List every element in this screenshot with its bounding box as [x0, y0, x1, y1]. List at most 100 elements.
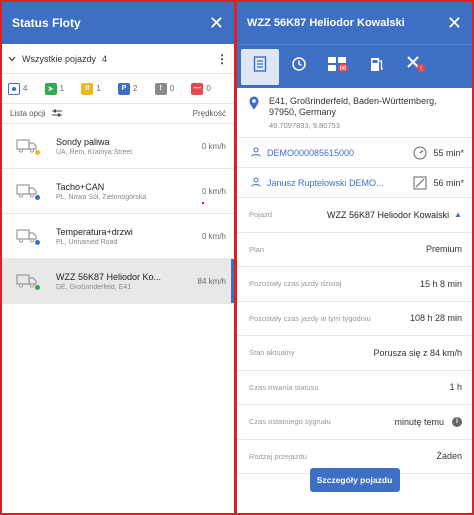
prop-value: minutę temu — [394, 416, 444, 427]
driver2-icon — [251, 177, 263, 189]
tab-details[interactable] — [241, 48, 279, 85]
tacho-card-icon: 86 — [327, 55, 349, 78]
info-icon[interactable]: i — [452, 416, 462, 427]
vehicle-address: UA, Reni, Krainya Street — [56, 148, 133, 156]
vehicle-filter[interactable]: Wszystkie pojazdy 4 ⋮ — [2, 44, 234, 74]
tab-tacho[interactable]: 86 — [319, 49, 357, 85]
vehicle-name: WZZ 56K87 Heliodor Ko... — [56, 271, 162, 282]
idle-icon: II — [81, 82, 94, 95]
driver1-time: 55 min* — [433, 147, 464, 158]
vehicle-speed: 0 km/h — [201, 141, 226, 151]
chip-parked[interactable]: P 2 — [118, 82, 155, 95]
fleet-status-panel: Status Floty ✕ Wszystkie pojazdy 4 ⋮ 4 ➤… — [2, 2, 234, 513]
speedometer-icon — [413, 146, 427, 160]
vehicle-name: Sondy paliwa — [56, 136, 110, 147]
vehicle-row[interactable]: Temperatura+drzwi PL, Unnamed Road 0 km/… — [2, 214, 234, 259]
prop-label: Czas trwania statusu — [249, 382, 319, 392]
driver1-id-link[interactable]: DEMO000085615000 — [267, 148, 413, 158]
sliders-icon[interactable] — [51, 109, 62, 119]
driver1-icon — [251, 147, 263, 159]
service-tools-icon: ! — [406, 55, 426, 78]
prop-label: Pozostały czas jazdy dzisiaj — [249, 279, 342, 289]
detail-tabs: 86 ! — [237, 44, 472, 88]
vehicle-speed: 0 km/h — [201, 231, 226, 241]
prop-vehicle[interactable]: Pojazd WZZ 56K87 Heliodor Kowalski ▲ — [237, 198, 472, 233]
driver1-row: DEMO000085615000 55 min* — [237, 138, 472, 168]
vehicle-select-value[interactable]: WZZ 56K87 Heliodor Kowalski — [327, 210, 449, 220]
prop-label: Plan — [249, 244, 265, 254]
close-icon[interactable]: ✕ — [447, 14, 462, 32]
prop-current-state: Stan aktualny Porusza się z 84 km/h — [237, 336, 472, 371]
prop-value: Porusza się z 84 km/h — [373, 347, 462, 358]
vehicle-details-button[interactable]: Szczegóły pojazdu — [309, 468, 400, 492]
address-line1: E41, Großrinderfeld, Baden-Württemberg, — [269, 96, 437, 106]
prop-plan: Plan Premium — [237, 233, 472, 267]
coordinates: 49.7097833, 9.80753 — [269, 121, 340, 130]
vehicle-address: PL, Nowa Sól, Zielonogórska — [56, 193, 147, 201]
location-pin-icon — [249, 96, 263, 131]
vehicle-row-selected[interactable]: WZZ 56K87 Heliodor Ko... DE, Großrinderf… — [2, 259, 234, 304]
prop-value: Premium — [425, 244, 462, 255]
chip-idle[interactable]: II 1 — [81, 82, 118, 95]
offline-icon: — — [191, 82, 204, 95]
chip-alert[interactable]: ! 0 — [154, 82, 192, 95]
prop-label: Pojazd — [249, 210, 272, 220]
vehicle-location: E41, Großrinderfeld, Baden-Württemberg, … — [237, 88, 472, 138]
truck-icon — [16, 184, 40, 200]
chip-count: 1 — [96, 84, 101, 93]
fleet-status-title: Status Floty — [12, 16, 81, 30]
list-column-header: Lista opcji Prędkość — [2, 104, 234, 124]
more-options-icon[interactable]: ⋮ — [216, 52, 228, 66]
vehicle-row[interactable]: Tacho+CAN PL, Nowa Sól, Zielonogórska 0 … — [2, 169, 234, 214]
chip-moving[interactable]: ➤ 1 — [44, 82, 82, 95]
list-options-label[interactable]: Lista opcji — [10, 109, 46, 118]
document-icon — [253, 56, 267, 77]
prop-remaining-week: Pozostały czas jazdy w tym tygodniu 108 … — [237, 302, 472, 336]
vehicle-name: Temperatura+drzwi — [56, 226, 133, 237]
chevron-down-icon[interactable] — [8, 54, 22, 64]
tab-history[interactable] — [280, 49, 318, 85]
alert-marker — [202, 202, 204, 204]
chip-offline[interactable]: — 0 — [191, 82, 228, 95]
filter-label: Wszystkie pojazdy — [22, 53, 97, 64]
close-icon[interactable]: ✕ — [209, 14, 224, 32]
parked-icon: P — [118, 82, 131, 95]
prop-value: Żaden — [436, 451, 462, 462]
status-dot — [35, 195, 40, 200]
driver2-row: Janusz Ruptelowski DEMO... 56 min* — [237, 168, 472, 198]
driver2-time: 56 min* — [433, 177, 464, 188]
truck-icon — [16, 139, 40, 155]
vehicle-detail-panel: WZZ 56K87 Heliodor Kowalski ✕ 86 ! E41, … — [237, 2, 472, 513]
driver2-name-link[interactable]: Janusz Ruptelowski DEMO... — [267, 178, 413, 188]
chip-count: 0 — [169, 84, 175, 93]
svg-text:86: 86 — [340, 66, 347, 72]
vehicle-name: Tacho+CAN — [56, 181, 105, 192]
vehicle-detail-header: WZZ 56K87 Heliodor Kowalski ✕ — [237, 2, 472, 44]
slash-square-icon — [413, 176, 427, 190]
tab-service[interactable]: ! — [397, 49, 435, 85]
filter-count: 4 — [102, 53, 108, 64]
vehicle-address: DE, Großrinderfeld, E41 — [56, 283, 132, 291]
prop-label: Czas ostatniego sygnału — [249, 417, 331, 427]
prop-last-signal: Czas ostatniego sygnału minutę temu i — [237, 405, 472, 440]
prop-label: Stan aktualny — [249, 348, 295, 358]
alert-icon: ! — [154, 82, 167, 95]
caret-up-icon[interactable]: ▲ — [454, 210, 462, 219]
all-vehicles-icon — [8, 82, 20, 95]
truck-icon — [16, 274, 40, 290]
status-dot — [35, 240, 40, 245]
status-chips: 4 ➤ 1 II 1 P 2 ! 0 — 0 — [2, 74, 234, 104]
prop-value: 15 h 8 min — [419, 278, 462, 289]
vehicle-row[interactable]: Sondy paliwa UA, Reni, Krainya Street 0 … — [2, 124, 234, 169]
chip-all[interactable]: 4 — [8, 82, 45, 95]
fuel-icon — [370, 56, 384, 77]
tab-fuel[interactable] — [358, 49, 396, 85]
prop-remaining-today: Pozostały czas jazdy dzisiaj 15 h 8 min — [237, 267, 472, 302]
vehicle-address: PL, Unnamed Road — [56, 238, 118, 246]
speed-column-label[interactable]: Prędkość — [193, 109, 226, 118]
status-dot — [35, 285, 40, 290]
status-dot — [35, 150, 40, 155]
fleet-status-header: Status Floty ✕ — [2, 2, 234, 44]
vehicle-speed: 84 km/h — [197, 276, 226, 286]
truck-icon — [16, 229, 40, 245]
